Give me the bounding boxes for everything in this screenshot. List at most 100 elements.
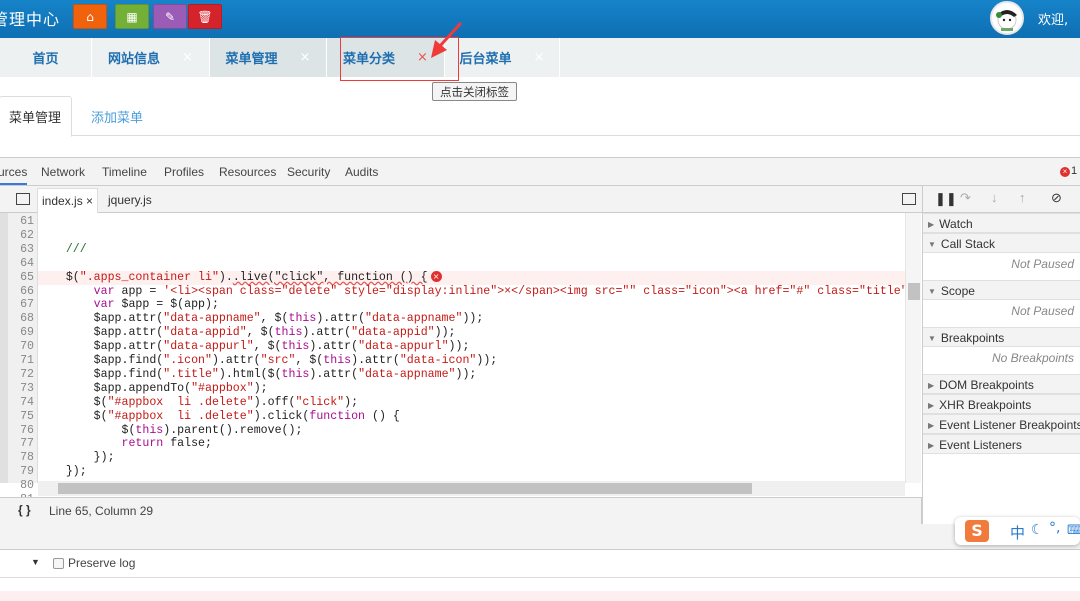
delete-button[interactable]: 🗑 [188,4,222,29]
devtools-tab-resources[interactable]: Resources [219,165,276,179]
app-title: 管理中心 [0,10,61,29]
edit-button[interactable]: ✎ [153,4,187,29]
error-icon[interactable]: × [430,271,442,283]
step-out-icon[interactable]: ↑ [1019,190,1026,205]
subtab-menu-manage[interactable]: 菜单管理 [0,96,72,137]
tab-2[interactable]: 菜单管理 × [210,38,327,77]
editor-status-bar: { } Line 65, Column 29 [0,497,922,524]
sidebar-section-event-listener-breakpoints[interactable]: ▶ Event Listener Breakpoints [923,414,1080,434]
devtools-tab-network[interactable]: Network [41,165,85,179]
code-line: $(".apps_container li")..live("click", f… [38,270,905,285]
sidebar-section-watch[interactable]: ▶ Watch [923,213,1080,233]
code-line: return false; [121,437,212,451]
home-button[interactable]: ⌂ [73,4,107,29]
sidebar-section-xhr-breakpoints[interactable]: ▶ XHR Breakpoints [923,394,1080,414]
section-label: Watch [939,217,973,231]
code-line: $app.attr("data-appid", $(this).attr("da… [38,326,456,340]
file-tab-jquery-js[interactable]: jquery.js [104,188,156,213]
sidebar-section-event-listeners[interactable]: ▶ Event Listeners [923,434,1080,454]
code-line: var app = '<li><span class="delete" styl… [93,284,905,298]
close-tab-icon[interactable]: × [300,50,311,65]
section-label: XHR Breakpoints [939,398,1032,412]
home-icon: ⌂ [86,9,94,24]
code-line: }); [38,451,115,465]
subtab-add-menu[interactable]: 添加菜单 [82,96,152,136]
code-line: $app.attr("data-appurl", $(this).attr("d… [38,340,470,354]
welcome-text: 欢迎, [1038,13,1069,28]
expanded-icon: ▼ [928,240,936,249]
tab-label: 后台菜单 [459,52,512,67]
sogou-logo-icon[interactable]: S [965,520,989,542]
punctuation-icon[interactable]: °, [1049,520,1060,536]
sidebar-section-scope[interactable]: ▼ Scope [923,280,1080,300]
devtools-tab-urces[interactable]: urces [0,165,28,185]
section-label: Call Stack [940,237,995,251]
expanded-icon: ▼ [928,334,936,343]
debugger-toolbar: ❚❚ ↷ ↓ ↑ ⊘ [923,186,1080,213]
toggle-navigator-icon[interactable] [16,193,30,205]
ime-mode[interactable]: 中 [1010,522,1025,543]
close-tab-icon[interactable]: × [182,50,193,65]
error-counter[interactable]: × 1 [1060,165,1077,177]
cursor-position: Line 65, Column 29 [49,504,154,518]
drawer-bar [0,524,1080,550]
pretty-print-icon[interactable]: { } [18,503,31,517]
devtools-tabs: × 1 urces Network Timeline Profiles Resources… [0,158,1080,186]
code-line: $app.attr("data-appname", $(this).attr("… [38,312,484,326]
tab-label: 网站信息 [108,52,161,67]
scroll-thumb[interactable] [58,483,752,494]
vertical-scrollbar[interactable] [905,213,921,483]
navigator-scrollbar[interactable] [0,213,8,483]
step-over-icon[interactable]: ↷ [960,190,971,206]
keyboard-icon[interactable]: ⌨ [1067,523,1080,538]
close-tab-icon[interactable]: × [534,50,545,65]
half-width-icon[interactable]: ☾ [1031,522,1044,538]
devtools-tab-audits[interactable]: Audits [345,165,378,179]
empty-message: Not Paused [1011,304,1074,318]
toggle-debugger-icon[interactable] [902,193,916,205]
top-header: 管理中心 ⌂ ▦ ✎ 🗑 欢迎, [0,0,1080,38]
devtools-tab-security[interactable]: Security [287,165,330,179]
avatar[interactable] [990,1,1024,35]
code-line: $("#appbox li .delete").off("click"); [38,395,359,409]
scroll-thumb[interactable] [908,283,920,300]
empty-message: No Breakpoints [991,351,1074,365]
empty-message: Not Paused [1011,257,1074,271]
tab-label: 菜单管理 [225,52,278,67]
sidebar-section-dom-breakpoints[interactable]: ▶ DOM Breakpoints [923,374,1080,394]
code-line: /// [38,242,87,256]
close-icon[interactable]: × [86,194,93,208]
section-label: DOM Breakpoints [939,378,1034,392]
delete-icon: 🗑 [197,9,213,24]
tab-1[interactable]: 网站信息 × [92,38,210,77]
section-label: Breakpoints [940,331,1005,345]
code-editor[interactable]: /// $(".apps_container li")..live("click… [38,213,905,483]
grid-icon: ▦ [126,9,138,24]
sidebar-section-breakpoints[interactable]: ▼ Breakpoints [923,327,1080,347]
grid-button[interactable]: ▦ [115,4,149,29]
devtools-tab-profiles[interactable]: Profiles [164,165,204,179]
preserve-log-label: Preserve log [68,556,136,570]
collapsed-icon: ▶ [928,441,935,450]
page-tabs: 首页 网站信息 × 菜单管理 × 菜单分类 × 后台菜单 × [0,38,1080,77]
pause-icon[interactable]: ❚❚ [935,191,957,207]
section-label: Event Listeners [939,438,1022,452]
devtools-tab-timeline[interactable]: Timeline [102,165,147,179]
sidebar-section-call-stack[interactable]: ▼ Call Stack [923,233,1080,253]
source-file-tabs: index.js × jquery.js [0,186,922,213]
preserve-log-checkbox[interactable] [53,558,64,569]
collapsed-icon: ▶ [928,220,935,229]
filter-dropdown-icon[interactable]: ▼ [31,557,40,567]
ime-toolbar: S 中 ☾ °, ⌨ [955,517,1080,545]
tab-label: 首页 [32,52,59,67]
code-line: $app.appendTo("#appbox"); [38,381,268,395]
code-line: var $app = $(app); [93,298,219,312]
deactivate-breakpoints-icon[interactable]: ⊘ [1051,190,1062,206]
tab-0[interactable]: 首页 [0,38,92,77]
step-into-icon[interactable]: ↓ [991,190,998,205]
code-line: $(this).parent().remove(); [38,423,303,437]
file-tab-index-js[interactable]: index.js × [37,188,99,213]
horizontal-scrollbar[interactable] [38,481,905,496]
